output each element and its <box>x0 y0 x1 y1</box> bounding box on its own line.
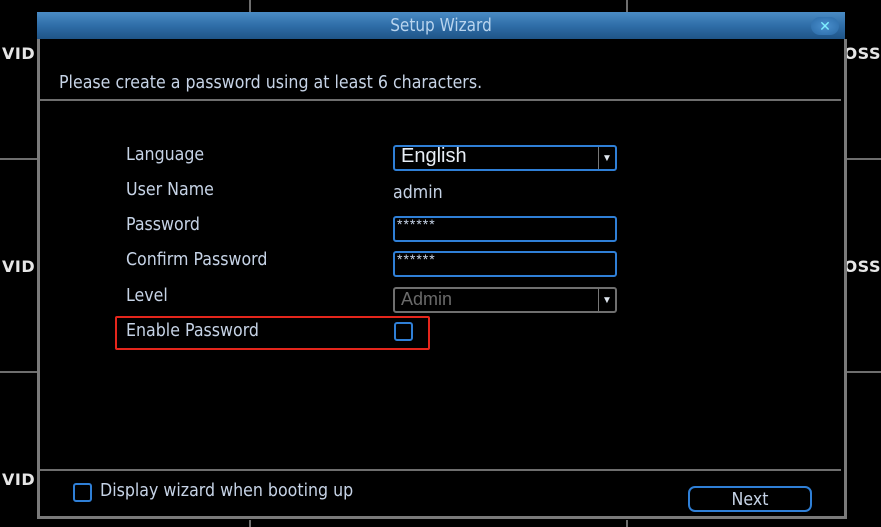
divider <box>40 99 841 101</box>
level-value: Admin <box>401 289 453 309</box>
grid-line <box>845 158 881 160</box>
next-label: Next <box>731 488 769 510</box>
confirm-password-label: Confirm Password <box>126 249 268 270</box>
grid-line <box>626 520 628 527</box>
grid-line <box>626 0 628 12</box>
grid-line <box>845 371 881 373</box>
chevron-down-icon[interactable]: ▼ <box>598 147 615 169</box>
display-wizard-label: Display wizard when booting up <box>100 480 354 501</box>
grid-line <box>0 158 37 160</box>
confirm-password-input[interactable]: ****** <box>393 251 617 277</box>
enable-password-checkbox[interactable] <box>394 322 413 341</box>
password-input[interactable]: ****** <box>393 216 617 242</box>
level-label: Level <box>126 285 168 306</box>
grid-line <box>0 371 37 373</box>
camera-label: VID <box>2 44 36 63</box>
confirm-password-value: ****** <box>397 251 436 267</box>
instruction-text: Please create a password using at least … <box>59 72 483 93</box>
language-value: English <box>401 145 467 167</box>
setup-wizard-dialog: Setup Wizard ✕ Please create a password … <box>37 12 847 520</box>
password-value: ****** <box>397 216 436 232</box>
grid-line <box>249 520 251 527</box>
camera-label: VID <box>2 470 36 489</box>
camera-label: OSS <box>846 44 881 63</box>
username-value: admin <box>393 182 443 203</box>
password-label: Password <box>126 214 200 235</box>
grid-line <box>249 0 251 12</box>
dialog-body: Please create a password using at least … <box>37 39 847 519</box>
camera-label: OSS <box>846 257 881 276</box>
username-label: User Name <box>126 179 214 200</box>
camera-label: VID <box>2 257 36 276</box>
language-label: Language <box>126 144 205 165</box>
language-select[interactable]: English ▼ <box>393 145 617 171</box>
chevron-down-icon: ▼ <box>598 289 615 311</box>
close-button[interactable]: ✕ <box>811 17 839 35</box>
level-select: Admin ▼ <box>393 287 617 313</box>
display-wizard-checkbox[interactable] <box>73 483 92 502</box>
titlebar[interactable]: Setup Wizard ✕ <box>37 12 845 39</box>
dialog-title: Setup Wizard <box>390 15 492 36</box>
close-icon: ✕ <box>819 17 831 34</box>
next-button[interactable]: Next <box>688 486 812 512</box>
enable-password-label: Enable Password <box>126 320 259 341</box>
divider <box>40 469 841 471</box>
